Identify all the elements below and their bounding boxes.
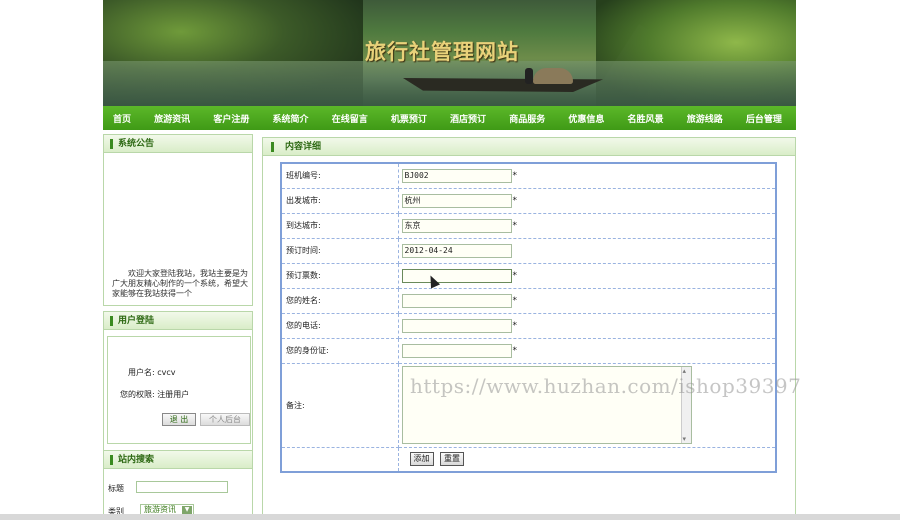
notice-panel-title: 系统公告 — [104, 135, 252, 153]
nav-travel-routes[interactable]: 旅游线路 — [687, 112, 723, 125]
required-mark: * — [512, 320, 518, 331]
arrival-city-label: 到达城市: — [280, 212, 399, 239]
id-card-label: 您的身份证: — [280, 337, 399, 364]
banner-boat-roof — [533, 68, 573, 84]
booking-date-field[interactable]: 2012-04-24 — [401, 243, 512, 258]
form-row: 预订时间: 2012-04-24 — [280, 237, 777, 264]
nav-guestbook[interactable]: 在线留言 — [332, 112, 368, 125]
form-row: 您的身份证: * — [280, 337, 777, 364]
form-row: 您的电话: * — [280, 312, 777, 339]
required-mark: * — [512, 220, 518, 231]
chevron-down-icon: ▼ — [182, 506, 192, 514]
required-mark: * — [512, 270, 518, 281]
add-button[interactable]: 添加 — [409, 452, 434, 467]
search-panel: 站内搜索 标题 类别 旅游资讯 ▼ — [103, 450, 253, 520]
login-permission: 您的权限: 注册用户 — [120, 390, 190, 399]
nav-hotel-booking[interactable]: 酒店预订 — [450, 112, 486, 125]
required-mark: * — [512, 195, 518, 206]
header-banner: 旅行社管理网站 — [103, 0, 796, 106]
login-panel: 用户登陆 用户名: cvcv 您的权限: 注册用户 退 出 个人后台 — [103, 311, 253, 451]
notice-panel: 系统公告 欢迎大家登陆我站，我站主要是为广大朋友精心制作的一个系统，希望大家能够… — [103, 134, 253, 306]
departure-city-label: 出发城市: — [280, 187, 399, 214]
form-row: 预订票数: * — [280, 262, 777, 289]
nav-product-service[interactable]: 商品服务 — [509, 112, 545, 125]
nav-scenic-spots[interactable]: 名胜风景 — [628, 112, 664, 125]
login-inner-box: 用户名: cvcv 您的权限: 注册用户 退 出 个人后台 — [107, 336, 251, 444]
login-body: 用户名: cvcv 您的权限: 注册用户 退 出 个人后台 — [104, 330, 252, 450]
nav-about[interactable]: 系统简介 — [273, 112, 309, 125]
search-body: 标题 类别 旅游资讯 ▼ — [104, 469, 252, 520]
reset-button[interactable]: 重置 — [440, 452, 465, 467]
form-row: 出发城市: 杭州 * — [280, 187, 777, 214]
nav-admin[interactable]: 后台管理 — [746, 112, 782, 125]
nav-deals[interactable]: 优惠信息 — [568, 112, 604, 125]
watermark: https://www.huzhan.com/ishop39397 — [410, 374, 802, 398]
logout-button[interactable]: 退 出 — [162, 413, 196, 426]
nav-register[interactable]: 客户注册 — [213, 112, 249, 125]
nav-travel-news[interactable]: 旅游资讯 — [154, 112, 190, 125]
login-username: 用户名: cvcv — [128, 368, 176, 377]
required-mark: * — [512, 170, 518, 181]
arrival-city-field[interactable]: 东京 — [401, 218, 512, 233]
banner-boatman — [525, 68, 533, 84]
phone-label: 您的电话: — [280, 312, 399, 339]
ticket-count-label: 预订票数: — [280, 262, 399, 289]
notice-text: 欢迎大家登陆我站，我站主要是为广大朋友精心制作的一个系统，希望大家能够在我站获得… — [112, 269, 248, 298]
nav-home[interactable]: 首页 — [113, 112, 131, 125]
personal-center-button[interactable]: 个人后台 — [200, 413, 250, 426]
form-row: 班机编号: BJ002 * — [280, 162, 777, 189]
page: 旅行社管理网站 首页 旅游资讯 客户注册 系统简介 在线留言 机票预订 酒店预订… — [0, 0, 900, 520]
search-category-value: 旅游资讯 — [144, 505, 176, 514]
name-label: 您的姓名: — [280, 287, 399, 314]
ticket-count-field[interactable] — [401, 268, 512, 283]
nav-flight-booking[interactable]: 机票预订 — [391, 112, 427, 125]
flight-no-field[interactable]: BJ002 — [401, 168, 512, 183]
form-row: 您的姓名: * — [280, 287, 777, 314]
main-nav: 首页 旅游资讯 客户注册 系统简介 在线留言 机票预订 酒店预订 商品服务 优惠… — [103, 106, 796, 130]
booking-form: 班机编号: BJ002 * 出发城市: 杭州 * 到达城市: 东京 * 预订时间: 2… — [280, 162, 777, 473]
flight-no-label: 班机编号: — [280, 162, 399, 189]
site-title: 旅行社管理网站 — [365, 39, 519, 64]
notice-body: 欢迎大家登陆我站，我站主要是为广大朋友精心制作的一个系统，希望大家能够在我站获得… — [104, 153, 252, 305]
form-row: 添加 重置 — [280, 446, 777, 473]
bottom-bar — [0, 514, 900, 520]
content-title: 内容详细 — [263, 138, 795, 156]
login-panel-title: 用户登陆 — [104, 312, 252, 330]
content-panel: 内容详细 班机编号: BJ002 * 出发城市: 杭州 * 到达城市: 东京 * 预订… — [262, 137, 796, 520]
remark-label: 备注: — [280, 362, 399, 448]
required-mark: * — [512, 295, 518, 306]
booking-date-label: 预订时间: — [280, 237, 399, 264]
search-title-input[interactable] — [136, 481, 228, 493]
form-row: 到达城市: 东京 * — [280, 212, 777, 239]
search-title-label: 标题 — [108, 484, 124, 493]
search-panel-title: 站内搜索 — [104, 451, 252, 469]
id-card-field[interactable] — [401, 343, 512, 358]
name-field[interactable] — [401, 293, 512, 308]
banner-boat — [403, 78, 603, 92]
phone-field[interactable] — [401, 318, 512, 333]
required-mark: * — [512, 345, 518, 356]
departure-city-field[interactable]: 杭州 — [401, 193, 512, 208]
